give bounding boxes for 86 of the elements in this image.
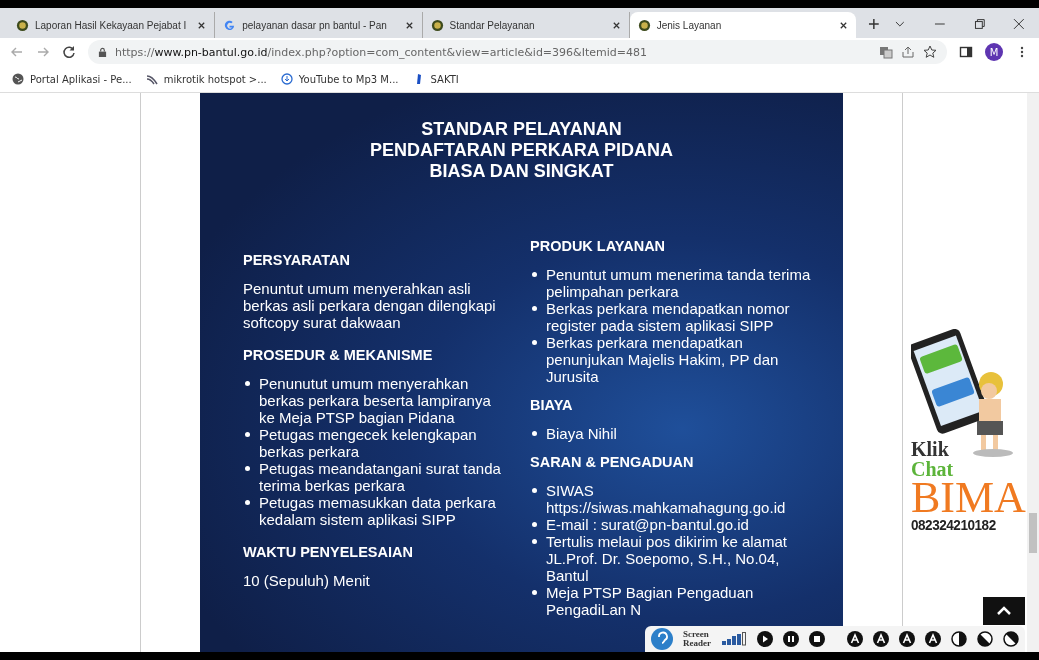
section-heading: WAKTU PENYELESAIAN	[243, 544, 414, 560]
font-size-icon[interactable]	[847, 631, 863, 647]
list-item: Berkas perkara mendapatkan nomor register pada sistem aplikasi SIPP	[546, 300, 791, 334]
section-heading: BIAYA	[530, 397, 574, 413]
restore-icon[interactable]	[973, 18, 986, 30]
bullet-icon	[532, 340, 537, 345]
stop-icon[interactable]	[809, 631, 825, 647]
contrast-icon[interactable]	[1003, 631, 1019, 647]
tab-title: Standar Pelayanan	[449, 19, 536, 31]
emblem-icon	[637, 18, 651, 32]
list-item: SIWAS https://siwas.mahkamahagung.go.id	[546, 482, 787, 516]
play-icon[interactable]	[757, 631, 773, 647]
section-heading: SARAN & PENGADUAN	[530, 454, 695, 470]
list-item: E-mail : surat@pn-bantul.go.id	[546, 516, 749, 533]
bookmark[interactable]: YouTube to Mp3 M...	[280, 73, 399, 85]
section-heading: PERSYARATAN	[243, 252, 351, 268]
list-item: Penuntut umum menerima tanda terima pelimpahan perkara	[546, 266, 812, 300]
font-size-icon[interactable]	[899, 631, 915, 647]
list-item: Petugas meandatangani surat tanda terima berkas perkara	[259, 460, 502, 494]
scrollbar-thumb[interactable]	[1029, 513, 1037, 553]
close-icon[interactable]	[1013, 18, 1025, 30]
bullet-icon	[532, 488, 537, 493]
chevron-up-icon	[996, 606, 1012, 616]
section-heading: PRODUK LAYANAN	[530, 238, 667, 254]
section-heading: PROSEDUR & MEKANISME	[243, 347, 434, 363]
tab-title: pelayanan dasar pn bantul - Pan	[242, 19, 388, 31]
bullet-icon	[532, 590, 537, 595]
bullet-icon	[245, 500, 250, 505]
tab-title: Jenis Layanan	[656, 19, 723, 31]
bullet-icon	[532, 431, 537, 436]
bullet-icon	[245, 381, 250, 386]
close-icon[interactable]	[839, 20, 849, 30]
reload-icon[interactable]	[62, 45, 76, 59]
bullet-icon	[532, 306, 537, 311]
list-item: Berkas perkara mendapatkan penunjukan Majelis Hakim, PP dan Jurusita	[546, 334, 780, 385]
ear-icon[interactable]	[651, 628, 673, 650]
close-icon[interactable]	[197, 20, 207, 30]
list-item: Biaya Nihil	[546, 425, 617, 442]
translate-icon[interactable]	[879, 45, 893, 59]
share-icon[interactable]	[901, 45, 915, 59]
font-size-icon[interactable]	[925, 631, 941, 647]
list-item: Tertulis melaui pos dikirim ke alamat JL.Prof. Dr. Soepomo, S.H., No.04, Bantul	[546, 533, 788, 584]
star-icon[interactable]	[923, 45, 937, 59]
waves-icon	[145, 73, 158, 85]
tab-title: Laporan Hasil Kekayaan Pejabat I	[35, 19, 188, 31]
list-item: Petugas memasukkan data perkara kedalam sistem aplikasi SIPP	[259, 494, 497, 528]
volume-bars-icon[interactable]	[721, 631, 747, 647]
contrast-icon[interactable]	[951, 631, 967, 647]
bullet-icon	[245, 432, 250, 437]
browser-tab[interactable]: Jenis Layanan	[629, 12, 857, 38]
bullet-icon	[245, 466, 250, 471]
phone-number[interactable]: 082324210182	[911, 517, 1014, 532]
google-g-icon	[223, 18, 237, 32]
close-icon[interactable]	[611, 20, 621, 30]
bullet-icon	[532, 522, 537, 527]
bookmark-label: SAKTI	[430, 73, 459, 85]
poster-title: STANDAR PELAYANAN	[420, 119, 623, 140]
bookmark-label: YouTube to Mp3 M...	[298, 73, 399, 85]
font-size-icon[interactable]	[873, 631, 889, 647]
pause-icon[interactable]	[783, 631, 799, 647]
poster-title: PENDAFTARAN PERKARA PIDANA	[369, 140, 674, 161]
list-item: Petugas mengecek kelengkapan berkas perkara	[259, 426, 478, 460]
cloud-download-icon	[280, 73, 293, 85]
poster-title: BIASA DAN SINGKAT	[428, 161, 615, 182]
address-bar[interactable]: https://www.pn-bantul.go.id/index.php?option=com_content&view=article&id=396&Itemid=481	[88, 40, 947, 64]
bookmark[interactable]: SAKTI	[412, 73, 459, 85]
lock-icon	[98, 46, 107, 58]
scroll-to-top-button[interactable]	[983, 597, 1025, 625]
contrast-icon[interactable]	[977, 631, 993, 647]
side-panel-icon[interactable]	[959, 45, 973, 59]
emblem-icon	[430, 18, 444, 32]
screen-reader-label: Reader	[683, 639, 711, 648]
new-tab-icon[interactable]	[868, 18, 881, 30]
url-text: https://www.pn-bantul.go.id/index.php?option=com_content&view=article&id=396&Itemid=481	[115, 45, 647, 59]
profile-avatar[interactable]: M	[985, 43, 1003, 61]
globe-icon	[12, 73, 24, 85]
section-text: 10 (Sepuluh) Menit	[243, 572, 371, 589]
list-item: Meja PTSP Bagian Pengaduan PengadiLan N	[546, 584, 755, 618]
section-text: Penuntut umum menyerahkan asli berkas asli perkara dengan dilengkapi softcopy surat dakwaan	[243, 280, 497, 331]
bullet-icon	[532, 539, 537, 544]
bullet-icon	[532, 272, 537, 277]
screen-reader-label: Screen	[683, 630, 710, 639]
list-item: Penunutut umum menyerahkan berkas perkara beserta lampiranya ke Meja PTSP bagian Pidana	[259, 375, 492, 426]
close-icon[interactable]	[404, 20, 414, 30]
chat-text[interactable]: Klik	[911, 439, 1025, 459]
emblem-icon	[16, 18, 29, 32]
